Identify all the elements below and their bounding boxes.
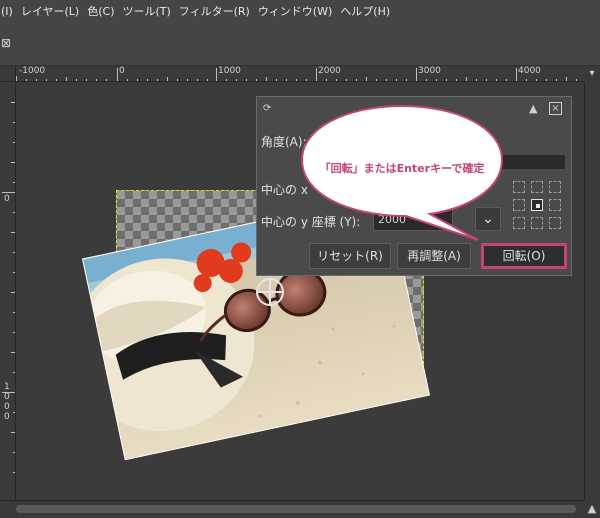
pivot-bottom-right[interactable] [549,217,561,229]
ruler-label: 0 [4,412,10,422]
pivot-bottom[interactable] [531,217,543,229]
quick-mask-icon[interactable]: ▲ [584,500,600,518]
vertical-ruler[interactable]: 0 1 0 0 0 [0,82,16,500]
menu-filters[interactable]: フィルター(R) [179,3,258,19]
ruler-label: 1 [4,382,10,392]
navigate-icon[interactable]: ▾ [584,66,600,82]
ruler-label: 0 [4,402,10,412]
ruler-label: 0 [4,392,10,402]
ruler-ticks [2,102,15,473]
image-tab-strip [0,22,600,66]
callout-text: 「回転」またはEnterキーで確定 [319,162,485,175]
pivot-center[interactable] [531,199,543,211]
ruler-label: 1000 [218,66,241,76]
pivot-top-right[interactable] [549,181,561,193]
menu-layer[interactable]: レイヤー(L) [21,3,87,19]
ruler-label: 0 [119,66,125,76]
vertical-scrollbar[interactable] [584,82,600,500]
rotate-tool-icon: ⟳ [263,103,272,114]
menu-help[interactable]: ヘルプ(H) [340,3,398,19]
pin-icon[interactable]: ▲ [529,102,537,115]
ruler-ticks [16,68,577,81]
pivot-right[interactable] [549,199,561,211]
menu-windows[interactable]: ウィンドウ(W) [258,3,340,19]
menu-tools[interactable]: ツール(T) [122,3,178,19]
pivot-top[interactable] [531,181,543,193]
ruler-label: 3000 [418,66,441,76]
menubar: (I) レイヤー(L) 色(C) ツール(T) フィルター(R) ウィンドウ(W… [0,0,600,22]
tab-close-icon[interactable]: ⊠ [0,33,12,53]
pivot-top-left[interactable] [513,181,525,193]
horizontal-scrollbar[interactable] [0,500,584,518]
close-icon[interactable]: × [549,102,562,115]
ruler-label: 2000 [318,66,341,76]
ruler-label: 0 [4,194,10,204]
horizontal-scroll-thumb[interactable] [16,505,576,513]
ruler-label: 4000 [518,66,541,76]
ruler-corner [0,66,16,82]
pivot-bottom-left[interactable] [513,217,525,229]
horizontal-ruler[interactable]: -1000 0 1000 2000 3000 4000 [16,66,584,82]
ruler-label: -1000 [19,66,46,76]
menu-image-partial[interactable]: (I) [0,5,21,18]
rotation-center-handle[interactable] [256,278,284,306]
callout-bubble [300,104,504,241]
menu-color[interactable]: 色(C) [87,3,122,19]
pivot-left[interactable] [513,199,525,211]
